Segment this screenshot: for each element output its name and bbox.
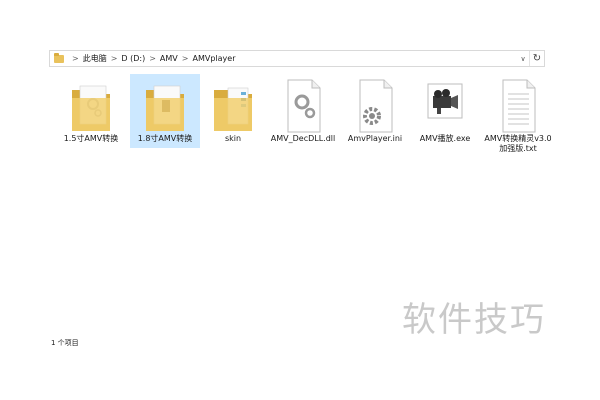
breadcrumb-amvplayer[interactable]: AMVplayer [192, 54, 235, 63]
ini-file-icon [350, 76, 400, 136]
folder-icon [140, 76, 190, 136]
chevron-right-icon: > [110, 54, 118, 63]
refresh-icon[interactable]: ↻ [529, 51, 544, 66]
breadcrumb-this-pc[interactable]: 此电脑 [83, 53, 107, 64]
file-item-dll[interactable]: AMV_DecDLL.dll [268, 74, 338, 148]
file-item-ini[interactable]: AmvPlayer.ini [340, 74, 410, 148]
address-bar[interactable]: > 此电脑 > D (D:) > AMV > AMVplayer ∨ ↻ [49, 50, 545, 67]
folder-icon [208, 76, 258, 136]
status-bar-item-count: 1 个项目 [51, 339, 79, 347]
chevron-right-icon: > [181, 54, 189, 63]
chevron-right-icon: > [149, 54, 156, 63]
breadcrumb-amv[interactable]: AMV [160, 54, 178, 63]
dll-file-icon [278, 76, 328, 136]
file-item-exe[interactable]: AMV播放.exe [410, 74, 480, 148]
file-item-label: AMV转换精灵v3.0加强版.txt [484, 134, 552, 153]
breadcrumb-drive-d[interactable]: D (D:) [121, 54, 145, 63]
chevron-right-icon: > [72, 54, 79, 63]
folder-icon [54, 52, 64, 63]
folder-icon [66, 76, 116, 136]
camera-exe-icon [420, 76, 470, 136]
file-item-folder-1-8[interactable]: 1.8寸AMV转换 [130, 74, 200, 148]
text-file-icon [493, 76, 543, 136]
file-item-txt[interactable]: AMV转换精灵v3.0加强版.txt [483, 74, 553, 153]
chevron-down-icon[interactable]: ∨ [517, 51, 529, 66]
file-item-folder-skin[interactable]: skin [198, 74, 268, 148]
watermark: 软件技巧 [402, 300, 546, 340]
file-item-folder-1-5[interactable]: 1.5寸AMV转换 [56, 74, 126, 148]
